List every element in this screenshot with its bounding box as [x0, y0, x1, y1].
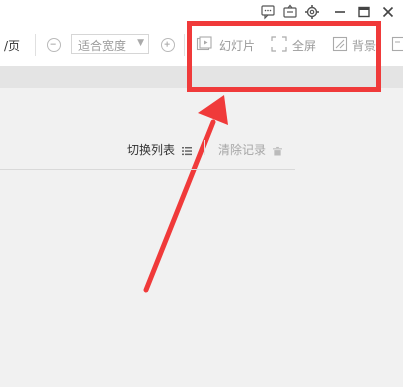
switch-list-button[interactable]: 切换列表: [127, 141, 192, 158]
clear-records-label: 清除记录: [218, 143, 267, 157]
list-icon: [181, 146, 192, 156]
red-arrow: [143, 95, 228, 293]
clear-records-button[interactable]: 清除记录: [218, 141, 282, 158]
section-divider: [0, 169, 295, 170]
trash-icon: [272, 146, 282, 156]
panel-divider: [204, 140, 205, 155]
switch-list-label: 切换列表: [127, 143, 176, 157]
